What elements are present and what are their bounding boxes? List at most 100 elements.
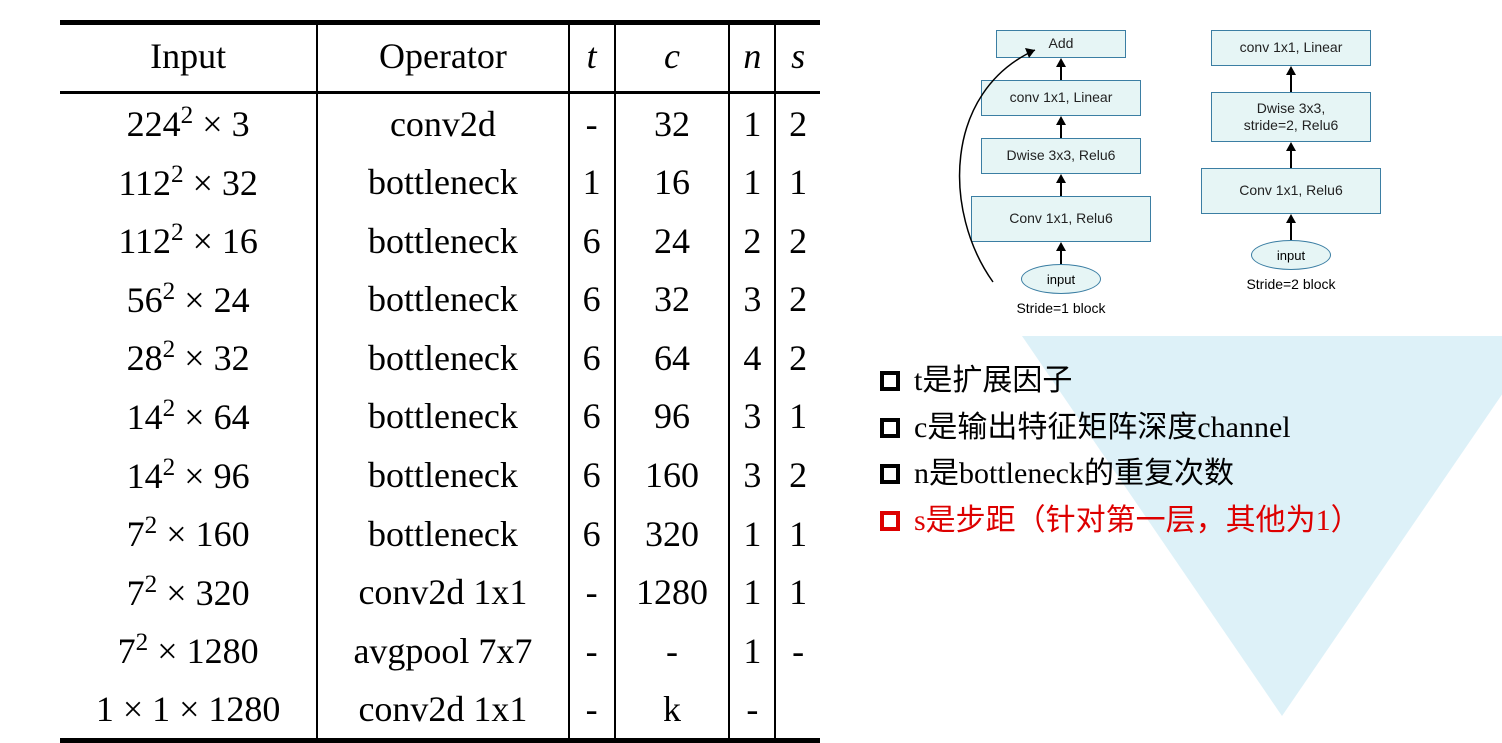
cell-operator: conv2d 1x1 — [317, 680, 568, 740]
table-row: 72 × 160bottleneck632011 — [60, 504, 820, 563]
cell-operator: bottleneck — [317, 211, 568, 270]
cell-n: 4 — [729, 328, 775, 387]
cell-operator: conv2d — [317, 93, 568, 153]
cell-t: - — [569, 621, 615, 680]
stride1-block: Add conv 1x1, Linear Dwise 3x3, Relu6 Co… — [971, 30, 1151, 316]
cell-c: 1280 — [615, 563, 730, 622]
cell-c: 64 — [615, 328, 730, 387]
cell-s: 2 — [775, 446, 820, 505]
table-row: 72 × 1280avgpool 7x7--1- — [60, 621, 820, 680]
cell-s: 2 — [775, 270, 820, 329]
th-s: s — [775, 23, 820, 93]
cell-operator: conv2d 1x1 — [317, 563, 568, 622]
cell-n: - — [729, 680, 775, 740]
cell-s: 1 — [775, 563, 820, 622]
cell-c: 24 — [615, 211, 730, 270]
conv1x1-linear-box: conv 1x1, Linear — [981, 80, 1141, 116]
cell-n: 1 — [729, 563, 775, 622]
conv1x1-relu6-box: Conv 1x1, Relu6 — [971, 196, 1151, 242]
cell-t: - — [569, 563, 615, 622]
cell-n: 3 — [729, 446, 775, 505]
cell-c: 160 — [615, 446, 730, 505]
block-diagram: Add conv 1x1, Linear Dwise 3x3, Relu6 Co… — [860, 20, 1492, 316]
table-row: 142 × 64bottleneck69631 — [60, 387, 820, 446]
cell-operator: bottleneck — [317, 328, 568, 387]
cell-operator: bottleneck — [317, 153, 568, 212]
cell-input: 2242 × 3 — [60, 93, 317, 153]
cell-s: 1 — [775, 153, 820, 212]
conv1x1-linear-box-2: conv 1x1, Linear — [1211, 30, 1371, 66]
cell-input: 72 × 160 — [60, 504, 317, 563]
cell-input: 562 × 24 — [60, 270, 317, 329]
input-ellipse: input — [1021, 264, 1101, 294]
table-row: 562 × 24bottleneck63232 — [60, 270, 820, 329]
bullet-square-icon — [880, 464, 900, 484]
bullet-s-text: s是步距（针对第一层，其他为1） — [914, 498, 1361, 545]
table-row: 2242 × 3conv2d-3212 — [60, 93, 820, 153]
cell-input: 282 × 32 — [60, 328, 317, 387]
cell-c: 320 — [615, 504, 730, 563]
stride2-caption: Stride=2 block — [1246, 276, 1335, 292]
th-n: n — [729, 23, 775, 93]
bullet-t: t是扩展因子 — [880, 358, 1492, 405]
bullet-square-icon — [880, 511, 900, 531]
bullet-square-icon — [880, 371, 900, 391]
cell-t: 6 — [569, 387, 615, 446]
cell-t: 6 — [569, 328, 615, 387]
cell-s: - — [775, 621, 820, 680]
cell-input: 142 × 96 — [60, 446, 317, 505]
table-row: 282 × 32bottleneck66442 — [60, 328, 820, 387]
bullet-n: n是bottleneck的重复次数 — [880, 451, 1492, 498]
cell-s — [775, 680, 820, 740]
cell-t: 1 — [569, 153, 615, 212]
cell-s: 2 — [775, 93, 820, 153]
dwise3x3-s2-box: Dwise 3x3, stride=2, Relu6 — [1211, 92, 1371, 142]
cell-c: - — [615, 621, 730, 680]
table-row: 1 × 1 × 1280conv2d 1x1-k- — [60, 680, 820, 740]
cell-c: 32 — [615, 93, 730, 153]
cell-input: 1122 × 32 — [60, 153, 317, 212]
cell-s: 2 — [775, 211, 820, 270]
cell-c: 16 — [615, 153, 730, 212]
cell-t: 6 — [569, 446, 615, 505]
bullet-c: c是输出特征矩阵深度channel — [880, 405, 1492, 452]
bullet-c-text: c是输出特征矩阵深度channel — [914, 405, 1291, 452]
table-row: 1122 × 16bottleneck62422 — [60, 211, 820, 270]
cell-s: 2 — [775, 328, 820, 387]
cell-n: 1 — [729, 504, 775, 563]
cell-n: 3 — [729, 387, 775, 446]
cell-c: 32 — [615, 270, 730, 329]
cell-n: 3 — [729, 270, 775, 329]
cell-t: 6 — [569, 504, 615, 563]
cell-t: 6 — [569, 211, 615, 270]
cell-input: 72 × 320 — [60, 563, 317, 622]
cell-n: 1 — [729, 153, 775, 212]
bullet-square-icon — [880, 418, 900, 438]
bullet-s: s是步距（针对第一层，其他为1） — [880, 498, 1492, 545]
cell-input: 1122 × 16 — [60, 211, 317, 270]
th-input: Input — [60, 23, 317, 93]
table-row: 72 × 320conv2d 1x1-128011 — [60, 563, 820, 622]
cell-t: - — [569, 93, 615, 153]
cell-t: 6 — [569, 270, 615, 329]
cell-s: 1 — [775, 504, 820, 563]
cell-t: - — [569, 680, 615, 740]
cell-input: 142 × 64 — [60, 387, 317, 446]
add-box: Add — [996, 30, 1126, 58]
parameter-legend: t是扩展因子 c是输出特征矩阵深度channel n是bottleneck的重复… — [880, 358, 1492, 544]
cell-operator: bottleneck — [317, 504, 568, 563]
conv1x1-relu6-box-2: Conv 1x1, Relu6 — [1201, 168, 1381, 214]
bullet-t-text: t是扩展因子 — [914, 358, 1072, 405]
cell-n: 2 — [729, 211, 775, 270]
bullet-n-text: n是bottleneck的重复次数 — [914, 451, 1234, 498]
table-row: 1122 × 32bottleneck11611 — [60, 153, 820, 212]
architecture-table: Input Operator t c n s 2242 × 3conv2d-32… — [60, 20, 820, 743]
th-c: c — [615, 23, 730, 93]
dwise3x3-box: Dwise 3x3, Relu6 — [981, 138, 1141, 174]
table-row: 142 × 96bottleneck616032 — [60, 446, 820, 505]
input-ellipse-2: input — [1251, 240, 1331, 270]
cell-input: 1 × 1 × 1280 — [60, 680, 317, 740]
cell-operator: bottleneck — [317, 446, 568, 505]
cell-n: 1 — [729, 621, 775, 680]
th-t: t — [569, 23, 615, 93]
